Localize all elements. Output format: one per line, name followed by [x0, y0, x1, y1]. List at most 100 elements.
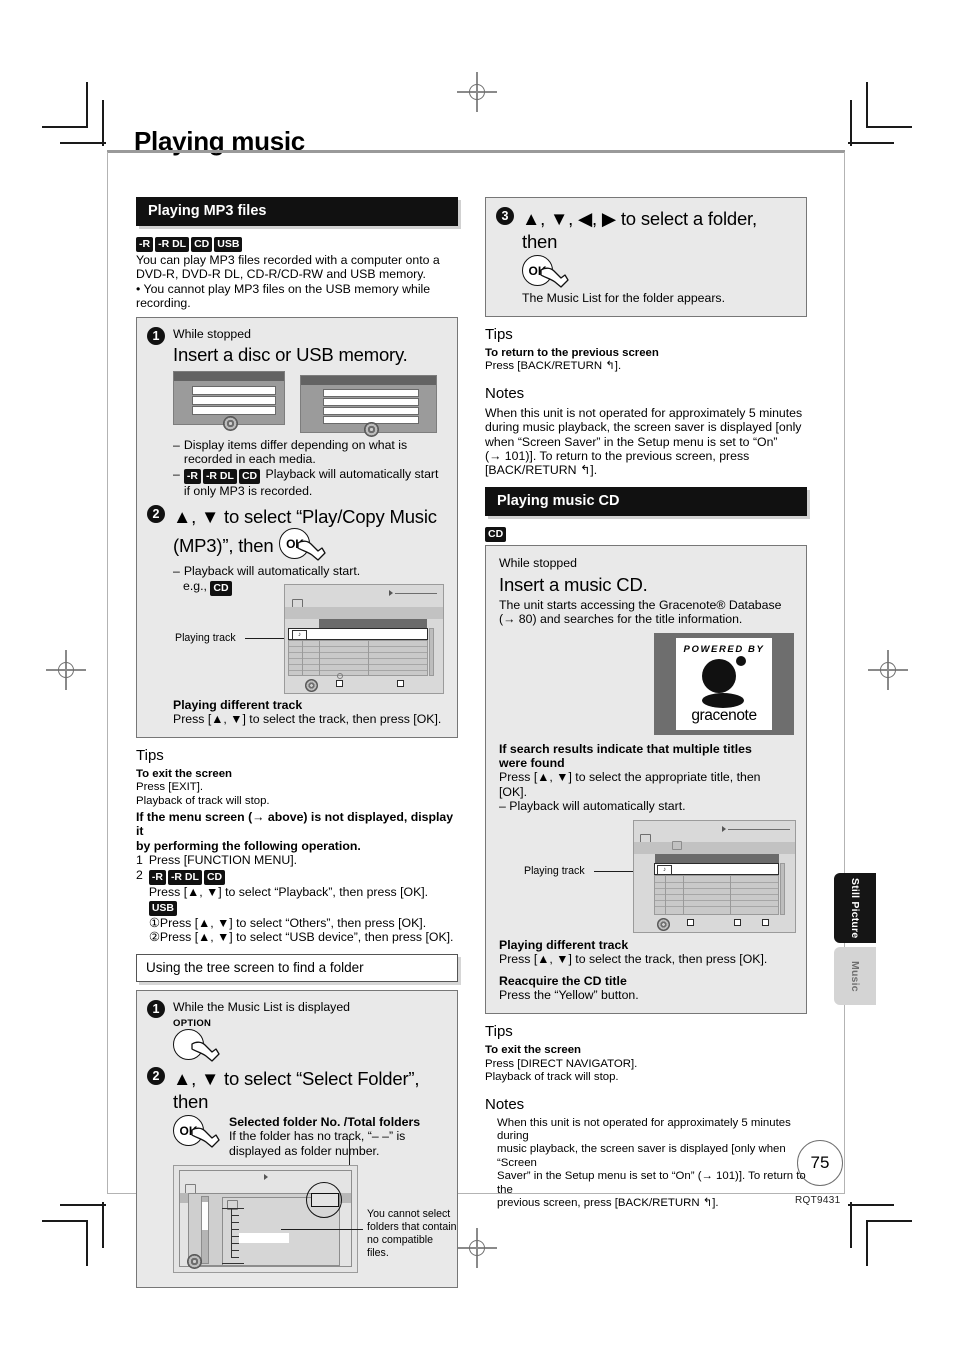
- step-1-screens: [173, 370, 446, 437]
- tree-step-1: 1 While the Music List is displayed OPTI…: [147, 999, 446, 1063]
- step-3-number: 3: [496, 207, 514, 225]
- tree-note-line2: displayed as folder number.: [229, 1143, 380, 1158]
- section-header-playing-mp3: Playing MP3 files: [136, 197, 458, 226]
- tree-step-2: 2 ▲, ▼ to select “Select Folder”, then O…: [147, 1066, 457, 1277]
- left-tips-l1: Press [EXIT].: [136, 781, 204, 794]
- badge-usb: USB: [214, 237, 243, 252]
- left-tips-heading: Tips: [136, 746, 164, 764]
- music-cd-box: While stopped Insert a music CD. The uni…: [485, 544, 807, 1015]
- disc-icon: [364, 421, 379, 437]
- step-2-number: 2: [147, 505, 165, 524]
- media-badges-mp3: -R -R DL CD USB: [136, 233, 458, 252]
- crop-mark-bottom-right: [848, 1202, 912, 1266]
- gracenote-wordmark: gracenote: [691, 706, 757, 724]
- registration-mark-left: [46, 650, 86, 690]
- right-tips-l1: Press [BACK/RETURN ↰].: [485, 360, 622, 373]
- sidebar-tab-music[interactable]: Music: [834, 947, 876, 1005]
- right-column: 3 ▲, ▼, ◀, ▶ to select a folder, then OK…: [485, 197, 807, 1210]
- step-1: 1 While stopped Insert a disc or USB mem…: [147, 326, 446, 499]
- playing-track-row: [288, 628, 428, 640]
- gracenote-mark-big: [702, 658, 736, 693]
- tree-step-1-number: 1: [147, 999, 165, 1018]
- step-2-sub-text: Press [▲, ▼] to select the track, then p…: [173, 712, 442, 727]
- disc-icon: [223, 415, 238, 431]
- step-1-dash-1-text: Display items differ depending on what i…: [183, 437, 408, 467]
- badge-r-dl: -R DL: [155, 237, 190, 252]
- cd-multi-line-3: Press [▲, ▼] to select the appropriate t…: [499, 770, 761, 785]
- right-tips2-l2: Playback of track will stop.: [485, 1071, 619, 1084]
- subsection-header-tree-screen: Using the tree screen to find a folder: [136, 953, 458, 982]
- right-tips-heading: Tips: [485, 326, 513, 343]
- left-tips-b1: To exit the screen: [136, 767, 233, 780]
- step-2-headline-line1: ▲, ▼ to select “Play/Copy Music: [173, 506, 437, 528]
- cd-multi-line-4: [OK].: [499, 784, 528, 799]
- left-tips-l2: Playback of track will stop.: [136, 794, 270, 807]
- right-notes-heading: Notes: [485, 384, 525, 402]
- tree-step-2-number: 2: [147, 1066, 165, 1085]
- media-badge-cd: CD: [485, 523, 807, 542]
- registration-mark-right: [868, 650, 908, 690]
- pointing-hand-icon: [191, 1041, 220, 1062]
- gracenote-mark-small: [736, 655, 746, 666]
- sidebar-tab-still-picture[interactable]: Still Picture: [834, 873, 876, 943]
- step-2: 2 ▲, ▼ to select “Play/Copy Music (MP3)”…: [147, 505, 446, 726]
- cd-sub2-title: Reacquire the CD title: [499, 973, 627, 988]
- step-2-sub-title: Playing different track: [173, 698, 303, 712]
- right-tips-b1: To return to the previous screen: [485, 347, 659, 359]
- step-2-music-list-illustration: Playing track ♪: [173, 584, 446, 696]
- step-1-dash-2: – -R -R DL CD Playback will automatically …: [173, 466, 439, 498]
- sidebar-tab-still-picture-label: Still Picture: [849, 877, 861, 939]
- tree-callout-line3: no compatible files.: [367, 1234, 433, 1260]
- document-code: RQT9431: [795, 1195, 841, 1206]
- sidebar-tab-music-label: Music: [849, 960, 861, 992]
- right-notes-l5: [BACK/RETURN ↰].: [485, 463, 598, 478]
- ok-button-glyph[interactable]: OK: [279, 528, 327, 562]
- cd-text-1: The unit starts accessing the Gracenote®…: [499, 597, 782, 612]
- ok-button-glyph[interactable]: OK: [522, 255, 569, 289]
- right-notes-l3: when “Screen Saver” in the Setup menu is…: [485, 434, 778, 449]
- left-tips-num-2: 2 -R -R DL CD Press [▲, ▼] to select “Play…: [136, 868, 458, 945]
- left-tips-num-2-badges: -R -R DL CD: [148, 868, 227, 885]
- left-tips-num-2-index: 2: [136, 867, 143, 882]
- right-notes2-l2: music playback, the screen saver is disp…: [497, 1143, 786, 1169]
- badge-r: -R: [183, 468, 201, 484]
- music-list-screen: ♪: [284, 584, 444, 694]
- option-button-glyph[interactable]: O: [173, 1028, 220, 1063]
- gracenote-logo: POWERED BY gracenote: [654, 632, 794, 735]
- pointing-hand-icon: [540, 267, 569, 288]
- mp3-intro-bullet: • You cannot play MP3 files on the USB m…: [136, 281, 431, 311]
- right-notes2-l4: previous screen, press [BACK/RETURN ↰].: [497, 1196, 719, 1209]
- screen-illustration-left: [173, 370, 285, 431]
- tree-note-title: Selected folder No. /Total folders: [229, 1114, 421, 1129]
- left-tips-b2-line1: If the menu screen (→ above) is not disp…: [136, 810, 454, 839]
- step-3-after-text: The Music List for the folder appears.: [522, 291, 725, 305]
- ok-button-glyph[interactable]: OK: [173, 1114, 220, 1149]
- mp3-steps-box: 1 While stopped Insert a disc or USB mem…: [136, 316, 458, 738]
- right-notes2-l1: When this unit is not operated for appro…: [497, 1116, 791, 1142]
- cd-callout-line: [594, 870, 636, 872]
- mp3-intro-line1: You can play MP3 files recorded with a c…: [136, 253, 440, 267]
- right-notes-l2: during music playback, the screen saver …: [485, 420, 802, 435]
- left-tips-b2-line2: by performing the following operation.: [136, 838, 361, 853]
- badge-usb: USB: [148, 901, 178, 917]
- left-tips-usb-1: ①Press [▲, ▼] to select “Others”, then p…: [148, 916, 427, 931]
- badge-r: -R: [148, 869, 166, 885]
- right-tips2-heading: Tips: [485, 1023, 513, 1041]
- badge-cd: CD: [485, 526, 507, 542]
- cd-sub1-title: Playing different track: [499, 937, 629, 952]
- tree-selected-row: [239, 1233, 289, 1244]
- tree-steps-box: 1 While the Music List is displayed OPTI…: [136, 989, 458, 1289]
- right-notes-l4: (→ 101)]. To return to the previous scre…: [485, 449, 750, 464]
- gracenote-powered-by: POWERED BY: [683, 643, 765, 655]
- cd-music-list-illustration: Playing track ♪: [499, 819, 796, 938]
- cd-music-list-screen: ♪: [633, 819, 796, 933]
- step-3: 3 ▲, ▼, ◀, ▶ to select a folder, then OK…: [496, 207, 795, 306]
- cd-headline: Insert a music CD.: [499, 573, 648, 595]
- tree-callout-line1: You cannot select: [367, 1208, 451, 1221]
- crop-mark-top-right: [848, 82, 912, 146]
- badge-cd: CD: [191, 237, 213, 252]
- option-button-label: OPTION: [173, 1017, 212, 1029]
- mp3-intro-line2: DVD-R, DVD-R DL, CD-R/CD-RW and USB memo…: [136, 267, 426, 282]
- step-2-headline-line2: (MP3)”, then: [173, 534, 274, 556]
- tree-screen: [173, 1165, 358, 1274]
